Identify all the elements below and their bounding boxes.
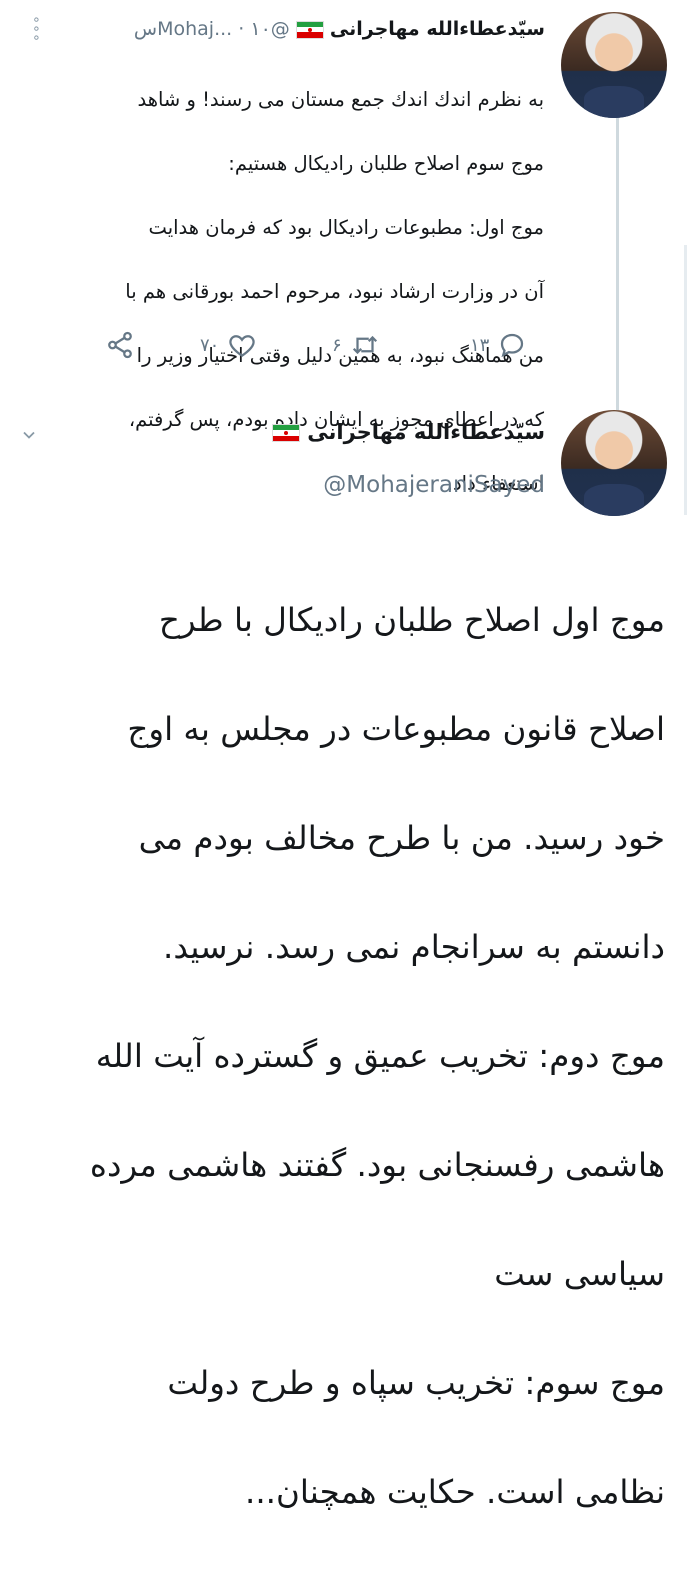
thread-connector <box>616 118 619 410</box>
tweet-text-line: موج سوم: تخریب سپاه و طرح دولت <box>167 1363 665 1402</box>
iran-flag-icon <box>295 20 324 39</box>
tweet-text-line: موج سوم اصلاح طلبان رادیکال هستیم: <box>228 152 544 175</box>
tweet-text-line: سیاسی ست <box>494 1254 665 1293</box>
reply-button[interactable]: ۱۳ <box>470 330 527 360</box>
like-count: ۷۰ <box>200 334 220 356</box>
tweet-header: سیّدعطاءالله مهاجرانی @Mohaj... · ۱۰س <box>134 18 545 40</box>
separator-dot: · <box>238 18 245 40</box>
like-button[interactable]: ۷۰ <box>200 330 257 360</box>
reply-icon <box>501 333 524 358</box>
author-handle[interactable]: @MohajeraniSayed <box>323 472 545 498</box>
tweet-text-line: آن در وزارت ارشاد نبود، مرحوم احمد بورقا… <box>125 280 544 303</box>
tweet-text: به نظرم اندك اندك جمع مستان می رسند! و ش… <box>44 52 544 532</box>
tweet-text-line: اصلاح قانون مطبوعات در مجلس به اوج <box>127 709 665 748</box>
tweet-text-line: موج اول اصلاح طلبان رادیکال با طرح <box>158 600 665 639</box>
tweet-text-line: موج اول: مطبوعات رادیکال بود که فرمان هد… <box>148 216 544 239</box>
retweet-button[interactable]: ۶ <box>332 330 380 360</box>
author-name[interactable]: سیّدعطاءالله مهاجرانی <box>330 18 545 40</box>
tweet-text-line: به نظرم اندك اندك جمع مستان می رسند! و ش… <box>137 88 544 111</box>
tweet-text-line: هاشمی رفسنجانی بود. گفتند هاشمی مرده <box>89 1145 665 1184</box>
more-options-icon[interactable]: ∘ ∘ ∘ <box>32 13 41 45</box>
iran-flag-icon <box>271 424 300 442</box>
reply-count: ۱۳ <box>470 334 490 356</box>
chevron-down-icon[interactable] <box>22 428 36 442</box>
author-name[interactable]: سیّدعطاءالله مهاجرانی <box>307 420 545 444</box>
tweet-text-line: دانستم به سرانجام نمی رسد. نرسید. <box>163 927 665 966</box>
share-icon <box>108 331 132 359</box>
retweet-icon <box>352 335 377 355</box>
heart-icon <box>229 335 256 357</box>
tweet-text-line: خود رسید. من با طرح مخالف بودم می <box>138 818 665 857</box>
author-avatar[interactable] <box>561 12 667 118</box>
retweet-count: ۶ <box>332 334 342 356</box>
tweet-text: موج اول اصلاح طلبان رادیکال با طرح اصلاح… <box>13 538 665 1574</box>
tweet-text-line: نظامی است. حکایت همچنان... <box>245 1472 665 1511</box>
author-handle[interactable]: @Mohaj... <box>157 18 290 40</box>
author-name-row: سیّدعطاءالله مهاجرانی <box>271 420 545 444</box>
share-button[interactable] <box>105 330 135 360</box>
author-avatar[interactable] <box>561 410 667 516</box>
tweet-text-line: موج دوم: تخریب عمیق و گسترده آیت الله <box>95 1036 665 1075</box>
tweet-actions: ۷۰ ۶ ۱۳ <box>100 330 545 370</box>
